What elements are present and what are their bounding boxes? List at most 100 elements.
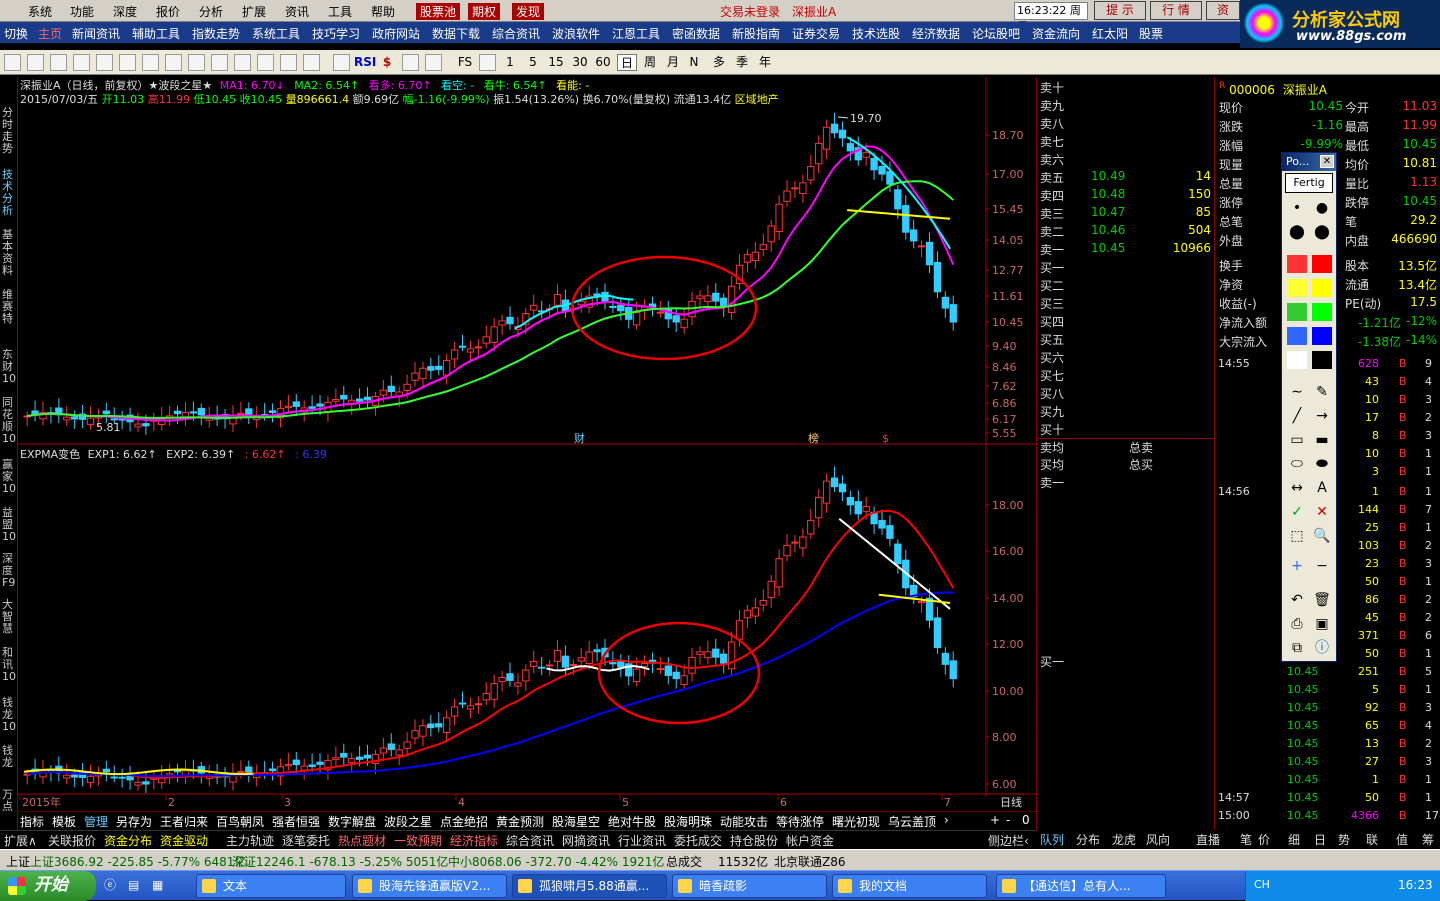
indicator-tab-13[interactable]: 股海明珠 (664, 813, 712, 830)
indicator-tab-8[interactable]: 波段之星 (384, 813, 432, 830)
left-tab-3[interactable]: 维赛特 (2, 289, 16, 325)
zoom-icon[interactable]: 🔍 (1312, 527, 1332, 545)
extension-tab-3[interactable]: 资金驱动 (160, 832, 208, 849)
right-tab-0[interactable]: 队列 (1040, 831, 1064, 848)
zoom-out-icon[interactable] (96, 54, 113, 71)
period-60[interactable]: 60 (593, 54, 613, 71)
link-3[interactable]: 辅助工具 (132, 25, 180, 42)
menu-options[interactable]: 期权 (468, 3, 501, 20)
rect-icon[interactable]: ▭ (1287, 431, 1307, 449)
menu-analysis[interactable]: 分析 (199, 3, 223, 20)
sh-index[interactable]: 上证上证3686.92 -225.85 -5.77% 6481亿 (6, 853, 246, 870)
indicator-tab-10[interactable]: 黄金预测 (496, 813, 544, 830)
period-5[interactable]: 5 (525, 54, 541, 71)
text-icon[interactable] (303, 54, 320, 71)
period-day[interactable]: 日 (617, 54, 637, 71)
taskbar-item-0[interactable]: 文本 (196, 874, 346, 898)
left-tab-11[interactable]: 钱龙10 (2, 697, 16, 733)
right-tab-4[interactable]: 直播 (1196, 831, 1220, 848)
left-tab-5[interactable]: 同花顺10 (2, 397, 16, 445)
indicator-tab-4[interactable]: 王者归来 (160, 813, 208, 830)
copy-icon[interactable]: ⧉ (1287, 639, 1307, 657)
desktop-quicklaunch-icon[interactable]: ▤ (128, 874, 148, 898)
list-icon[interactable] (479, 54, 496, 71)
trash-icon[interactable]: 🗑 (1312, 591, 1332, 609)
arrow-down-icon[interactable] (50, 54, 67, 71)
close-icon[interactable]: ✕ (1320, 155, 1334, 168)
period-month[interactable]: 月 (663, 54, 683, 71)
extension-tab-5[interactable]: 逐笔委托 (282, 832, 330, 849)
layout-icon[interactable] (142, 54, 159, 71)
drawing-palette[interactable]: Po... ✕ Fertig • ● ⬤ ⬤ ∼ ✎ ╱ → ▭ ▬ ⬭ ⬬ ↔ A ✓ ✕ ⬚ 🔍 + − ↶ 🗑 ⎙ ▣ ⧉… (1281, 152, 1337, 662)
circle-icon[interactable]: ⬤ (1287, 223, 1307, 241)
link-8[interactable]: 数据下载 (432, 25, 480, 42)
save-icon[interactable]: ▣ (1312, 615, 1332, 633)
extension-tab-11[interactable]: 行业资讯 (618, 832, 666, 849)
link-9[interactable]: 综合资讯 (492, 25, 540, 42)
text-tool-icon[interactable]: A (1312, 479, 1332, 497)
link-0[interactable]: 切换 (4, 25, 28, 42)
left-tab-10[interactable]: 和讯10 (2, 647, 16, 683)
plus-icon[interactable]: + (1287, 557, 1307, 575)
fill-rect-icon[interactable]: ▬ (1312, 431, 1332, 449)
left-tab-2[interactable]: 基本资料 (2, 229, 16, 277)
right-tab-2[interactable]: 龙虎 (1112, 831, 1136, 848)
extension-tab-7[interactable]: 一致预期 (394, 832, 442, 849)
indicator-tab-0[interactable]: 指标 (20, 813, 44, 830)
indicator-tab-2[interactable]: 管理 (84, 813, 108, 830)
extension-tab-6[interactable]: 热点题材 (338, 832, 386, 849)
menu-info[interactable]: 资讯 (285, 3, 309, 20)
menu-discover[interactable]: 发现 (512, 3, 545, 20)
fill-ellipse-icon[interactable]: ⬬ (1312, 455, 1332, 473)
extension-tab-15[interactable]: 侧边栏‹ (988, 832, 1029, 849)
link-5[interactable]: 系统工具 (252, 25, 300, 42)
split-icon[interactable] (211, 54, 228, 71)
double-arrow-icon[interactable]: ↔ (1287, 479, 1307, 497)
menu-stock-pool[interactable]: 股票池 (416, 3, 461, 20)
left-tab-7[interactable]: 益盟10 (2, 507, 16, 543)
taskbar-item-4[interactable]: 我的文档 (832, 874, 987, 898)
indicator-icon[interactable] (333, 54, 350, 71)
scroll-right-icon[interactable]: › (944, 813, 949, 827)
menu-extend[interactable]: 扩展 (242, 3, 266, 20)
link-16[interactable]: 经济数据 (912, 25, 960, 42)
indicator-tab-12[interactable]: 绝对牛股 (608, 813, 656, 830)
right-tab-11[interactable]: 值 (1396, 831, 1408, 848)
indicator-tab-6[interactable]: 强者恒强 (272, 813, 320, 830)
start-button[interactable]: 开始 (0, 871, 96, 901)
color-swatch[interactable] (1287, 255, 1307, 273)
period-multi[interactable]: 多 (709, 54, 729, 71)
left-tab-9[interactable]: 大智慧 (2, 599, 16, 635)
check-icon[interactable]: ✓ (1287, 503, 1307, 521)
grid-icon[interactable] (165, 54, 182, 71)
color-swatch[interactable] (1287, 327, 1307, 345)
color-swatch[interactable] (1312, 303, 1332, 321)
left-tab-6[interactable]: 赢家10 (2, 459, 16, 495)
link-4[interactable]: 指数走势 (192, 25, 240, 42)
right-tab-6[interactable]: 价 (1258, 831, 1270, 848)
zero-icon[interactable]: 0 (1022, 813, 1030, 827)
menu-help[interactable]: 帮助 (371, 3, 395, 20)
ellipse-icon[interactable]: ⬭ (1287, 455, 1307, 473)
period-year[interactable]: 年 (755, 54, 775, 71)
extension-tab-2[interactable]: 资金分布 (104, 832, 152, 849)
minus-icon[interactable]: − (1312, 557, 1332, 575)
menu-tools[interactable]: 工具 (328, 3, 352, 20)
color-swatch[interactable] (1287, 303, 1307, 321)
color-swatch[interactable] (1312, 327, 1332, 345)
extension-tab-12[interactable]: 委托成交 (674, 832, 722, 849)
menu-system[interactable]: 系统 (28, 3, 52, 20)
circle-icon[interactable]: ⬤ (1312, 223, 1332, 241)
extension-tab-0[interactable]: 扩展∧ (4, 832, 37, 849)
cross-icon[interactable]: ✕ (1312, 503, 1332, 521)
color-swatch[interactable] (1312, 279, 1332, 297)
taskbar-item-5[interactable]: 【通达信】总有人... (996, 874, 1166, 898)
extension-tab-8[interactable]: 经济指标 (450, 832, 498, 849)
link-18[interactable]: 资金流向 (1032, 25, 1080, 42)
login-status[interactable]: 交易未登录 (720, 3, 780, 20)
window-icon[interactable] (188, 54, 205, 71)
link-19[interactable]: 红太阳 (1092, 25, 1128, 42)
link-11[interactable]: 江恩工具 (612, 25, 660, 42)
ime-indicator[interactable]: CH (1254, 878, 1270, 891)
curve-icon[interactable]: ∼ (1287, 383, 1307, 401)
